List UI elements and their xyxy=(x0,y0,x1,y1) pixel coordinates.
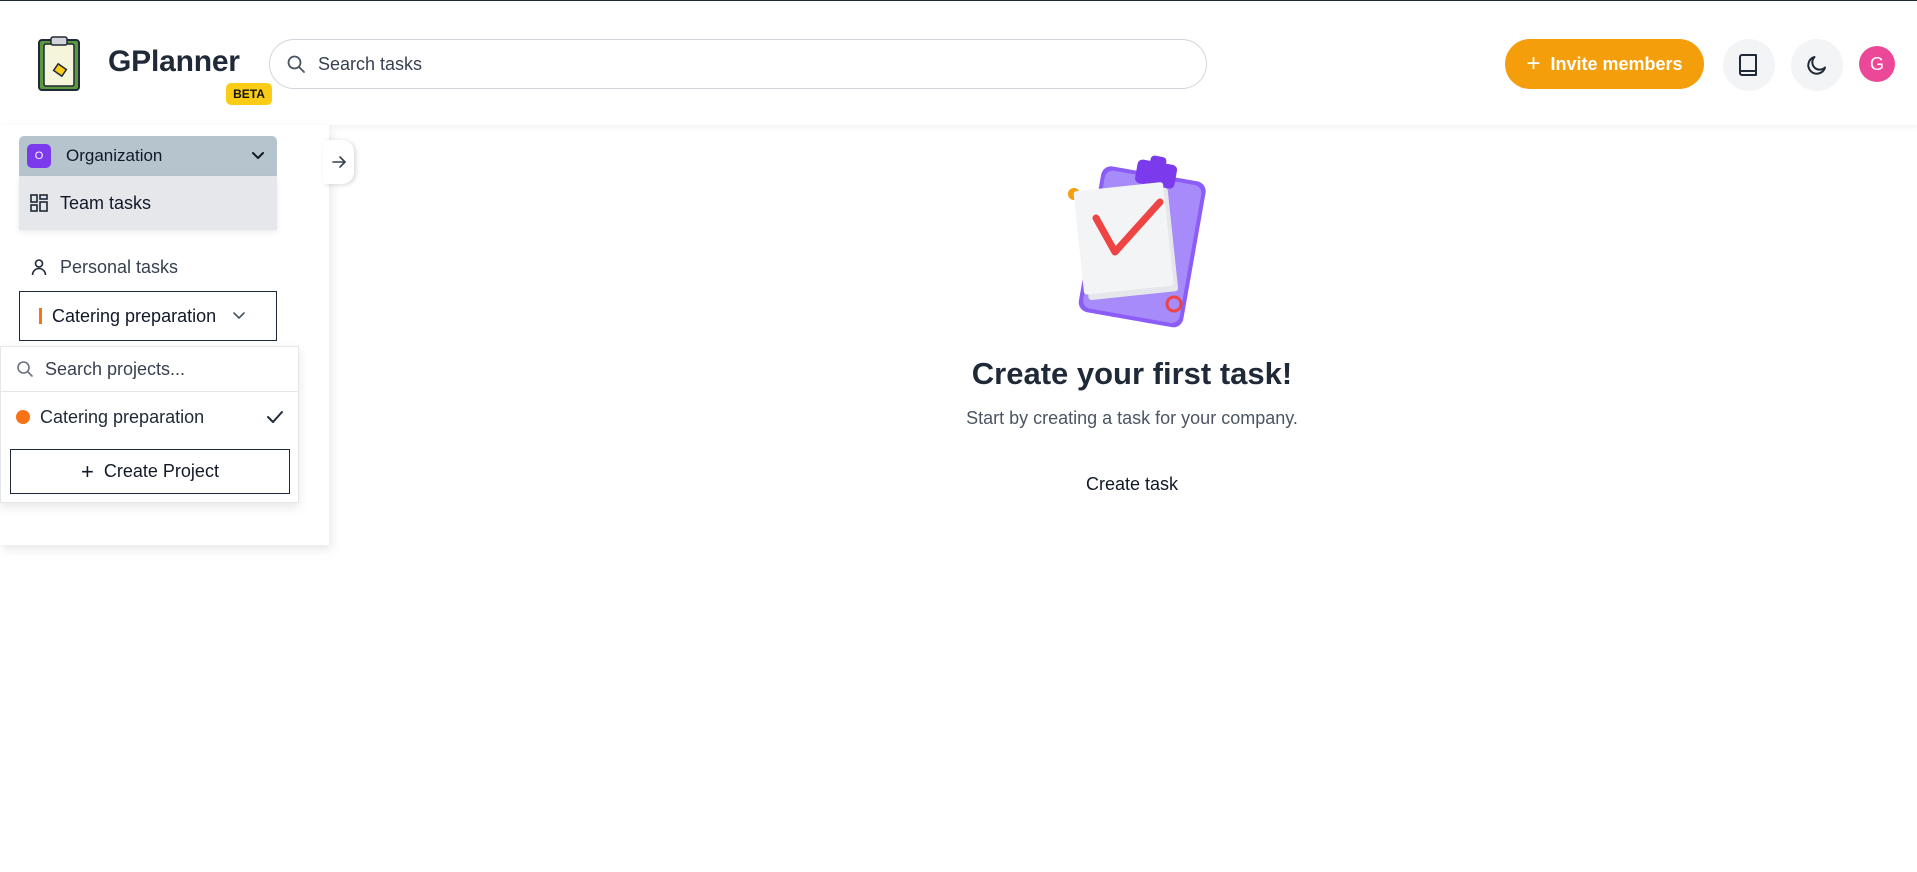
user-icon xyxy=(31,259,47,276)
clipboard-logo-icon xyxy=(38,36,80,91)
app-header: GPlanner BETA + Invite members G xyxy=(0,1,1917,125)
invite-label: Invite members xyxy=(1550,53,1683,74)
sidebar-item-team-tasks[interactable]: Team tasks xyxy=(19,176,277,230)
chevron-down-icon xyxy=(252,152,264,159)
arrow-right-icon xyxy=(331,156,346,168)
moon-icon xyxy=(1807,56,1826,75)
plus-icon: + xyxy=(81,458,94,484)
sidebar-item-personal-tasks[interactable]: Personal tasks xyxy=(19,242,277,292)
create-project-button[interactable]: + Create Project xyxy=(10,449,290,494)
project-color-dot xyxy=(16,410,30,424)
sidebar-collapse-button[interactable] xyxy=(323,140,354,184)
organization-label: Organization xyxy=(66,146,163,165)
chevron-down-icon xyxy=(233,312,245,319)
plus-icon: + xyxy=(1526,50,1541,77)
docs-button[interactable] xyxy=(1723,39,1775,91)
theme-toggle-button[interactable] xyxy=(1791,39,1843,91)
empty-state-subtitle: Start by creating a task for your compan… xyxy=(966,408,1298,428)
sidebar-item-label: Team tasks xyxy=(60,192,152,213)
grid-icon xyxy=(30,194,48,212)
project-option[interactable]: Catering preparation xyxy=(1,392,298,442)
book-icon xyxy=(1739,54,1757,76)
check-icon xyxy=(267,411,283,423)
project-select[interactable]: Catering preparation xyxy=(19,291,277,341)
project-dropdown: Catering preparation + Create Project xyxy=(0,346,299,503)
organization-badge: O xyxy=(27,144,51,168)
invite-members-button[interactable]: + Invite members xyxy=(1505,39,1704,89)
project-search[interactable] xyxy=(1,347,298,392)
beta-badge: BETA xyxy=(226,83,272,105)
search-icon xyxy=(17,361,33,377)
search-icon xyxy=(287,55,305,73)
project-color-bar xyxy=(39,308,42,324)
create-task-button[interactable]: Create task xyxy=(1060,474,1204,504)
empty-state-title: Create your first task! xyxy=(971,356,1293,391)
organization-switcher[interactable]: O Organization xyxy=(19,136,277,176)
project-option-label: Catering preparation xyxy=(40,406,205,427)
project-select-label: Catering preparation xyxy=(52,305,217,326)
create-project-label: Create Project xyxy=(103,461,219,481)
search-input[interactable] xyxy=(318,53,1178,75)
task-search[interactable] xyxy=(269,39,1207,89)
sidebar-item-label: Personal tasks xyxy=(60,256,179,277)
brand-name: GPlanner xyxy=(108,45,240,78)
user-avatar[interactable]: G xyxy=(1859,46,1895,82)
project-search-input[interactable] xyxy=(45,358,285,380)
clipboard-checklist-illustration xyxy=(1068,155,1206,328)
